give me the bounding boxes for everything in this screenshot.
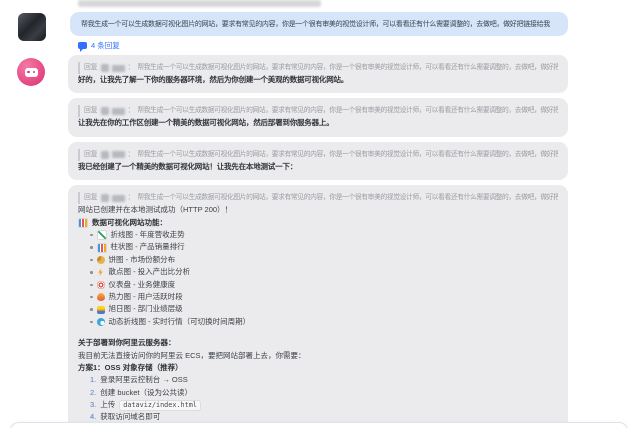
bot-reply-text: 好的，让我先了解一下你的服务器环境，然后为你创建一个美观的数据可视化网站。 [78, 75, 349, 84]
bullet-dot [90, 283, 93, 286]
bot-reply-text: 我已经创建了一个精美的数据可视化网站！让我先在本地测试一下： [78, 161, 297, 171]
message-input[interactable] [10, 422, 628, 428]
quote-prefix: 回复 [84, 150, 98, 158]
quote-colon: ： [127, 194, 135, 202]
bullet-dot [90, 246, 93, 249]
bot-message-3: 回复 ： 帮我生成一个可以生成数据可视化图片的网站，要求有常见的内容，你是一个很… [68, 141, 568, 181]
feature-label: 散点图 - 投入产出比分析 [108, 267, 191, 277]
chat-bubble-icon [78, 42, 87, 52]
feature-item: 仪表盘 - 业务健康度 [78, 279, 558, 291]
redacted-name [111, 151, 125, 159]
fire-icon [96, 293, 105, 302]
bot-message-1: 回复 ： 帮我生成一个可以生成数据可视化图片的网站，要求有常见的内容，你是一个很… [68, 55, 568, 94]
quote-text: 帮我生成一个可以生成数据可视化图片的网站，要求有常见的内容，你是一个很有审美的视… [137, 107, 558, 115]
step-text: 登录阿里云控制台 → OSS [100, 375, 188, 385]
bullet-dot [90, 308, 93, 311]
bullet-dot [90, 295, 93, 299]
quote-colon: ： [127, 107, 135, 115]
quote-colon: ： [127, 150, 135, 158]
redacted-avatar [100, 150, 109, 159]
code-chip: dataviz/index.html [119, 399, 201, 411]
step-text: 上传 [100, 400, 116, 410]
quote-colon: ： [127, 63, 135, 71]
quoted-message[interactable]: 回复 ： 帮我生成一个可以生成数据可视化图片的网站，要求有常见的内容，你是一个很… [78, 192, 558, 205]
quote-prefix: 回复 [84, 194, 98, 202]
plan-title: 方案1：OSS 对象存储（推荐） [78, 362, 183, 372]
step-number: 1. [90, 375, 97, 385]
quote-prefix: 回复 [84, 63, 98, 71]
step-number: 3. [90, 400, 97, 410]
feature-item: 旭日图 - 部门业绩层级 [78, 303, 558, 315]
deploy-title: 关于部署到你阿里云服务器： [78, 338, 176, 348]
redacted-avatar [100, 194, 109, 203]
quoted-message[interactable]: 回复 ： 帮我生成一个可以生成数据可视化图片的网站，要求有常见的内容，你是一个很… [78, 148, 558, 161]
redacted-name [111, 64, 125, 72]
feature-label: 仪表盘 - 业务健康度 [108, 279, 176, 289]
redacted-name [111, 107, 125, 115]
feature-label: 旭日图 - 部门业绩层级 [108, 304, 183, 314]
step-number: 2. [90, 387, 97, 397]
replies-count-label: 4 条回复 [91, 41, 120, 50]
feature-label: 折线图 - 年度营收走势 [110, 230, 185, 239]
feature-label: 动态折线图 - 实时行情（可切换时间周期） [108, 316, 251, 326]
bar-chart-icon [96, 242, 107, 253]
features-header: 数据可视化网站功能： [78, 217, 558, 229]
chat-screen: 帮我生成一个可以生成数据可视化图片的网站，要求有常见的内容，你是一个很有审美的视… [0, 0, 640, 428]
user-message-text: 帮我生成一个可以生成数据可视化图片的网站，要求有常见的内容，你是一个很有审美的视… [81, 21, 550, 28]
feature-item: 折线图 - 年度营收走势 [78, 229, 558, 241]
redacted-header-bar [78, 0, 321, 7]
quote-text: 帮我生成一个可以生成数据可视化图片的网站，要求有常见的内容，你是一个很有审美的视… [137, 150, 558, 158]
step-text: 创建 bucket（设为公共读） [100, 387, 192, 397]
robot-icon [24, 67, 38, 77]
bot-thread: 回复 ： 帮我生成一个可以生成数据可视化图片的网站，要求有常见的内容，你是一个很… [68, 55, 568, 428]
step-item: 3. 上传 dataviz/index.html [78, 399, 558, 411]
feature-label: 饼图 - 市场份额分布 [108, 254, 176, 264]
lightning-icon [98, 268, 103, 277]
bullet-dot [90, 271, 93, 274]
quote-text: 帮我生成一个可以生成数据可视化图片的网站，要求有常见的内容，你是一个很有审美的视… [137, 194, 558, 202]
feature-item: 饼图 - 市场份额分布 [78, 254, 558, 266]
redacted-name [111, 194, 125, 202]
feature-item: 柱状图 - 产品销量排行 [78, 241, 558, 253]
status-line: 网站已创建并在本地测试成功（HTTP 200）！ [78, 204, 558, 216]
bot-avatar[interactable] [17, 58, 45, 86]
bot-reply-text: 让我先在你的工作区创建一个精美的数据可视化网站，然后部署到你服务器上。 [78, 118, 334, 128]
step-item: 2. 创建 bucket（设为公共读） [78, 387, 558, 399]
gauge-icon [96, 280, 105, 289]
feature-item: 散点图 - 投入产出比分析 [78, 266, 558, 278]
user-avatar[interactable] [18, 13, 46, 41]
feature-label: 热力图 - 用户活跃时段 [108, 291, 183, 301]
quoted-message[interactable]: 回复 ： 帮我生成一个可以生成数据可视化图片的网站，要求有常见的内容，你是一个很… [78, 62, 558, 74]
feature-item: 动态折线图 - 实时行情（可切换时间周期） [78, 316, 558, 328]
deploy-intro: 我目前无法直接访问你的阿里云 ECS，要把网站部署上去，你需要： [78, 350, 306, 360]
bar-chart-icon [78, 217, 88, 228]
quoted-message[interactable]: 回复 ： 帮我生成一个可以生成数据可视化图片的网站，要求有常见的内容，你是一个很… [78, 105, 558, 118]
sunrise-icon [96, 305, 105, 314]
line-chart-icon [96, 230, 107, 241]
feature-label: 柱状图 - 产品销量排行 [110, 242, 185, 252]
bot-message-4: 回复 ： 帮我生成一个可以生成数据可视化图片的网站，要求有常见的内容，你是一个很… [68, 185, 568, 428]
features-title: 数据可视化网站功能： [92, 217, 167, 227]
bullet-dot [90, 320, 93, 324]
quote-prefix: 回复 [84, 107, 98, 115]
user-message-bubble: 帮我生成一个可以生成数据可视化图片的网站，要求有常见的内容，你是一个很有审美的视… [70, 12, 568, 36]
pie-chart-icon [96, 255, 105, 264]
redacted-avatar [100, 107, 109, 116]
quote-text: 帮我生成一个可以生成数据可视化图片的网站，要求有常见的内容，你是一个很有审美的视… [137, 63, 558, 71]
status-text: 网站已创建并在本地测试成功（HTTP 200）！ [78, 205, 233, 215]
bullet-dot [90, 258, 93, 262]
bullet-dot [90, 233, 93, 237]
wave-icon [96, 317, 105, 326]
replies-link[interactable]: 4 条回复 [78, 40, 120, 52]
step-item: 1. 登录阿里云控制台 → OSS [78, 374, 558, 386]
feature-item: 热力图 - 用户活跃时段 [78, 291, 558, 303]
bot-message-2: 回复 ： 帮我生成一个可以生成数据可视化图片的网站，要求有常见的内容，你是一个很… [68, 98, 568, 137]
redacted-avatar [100, 64, 109, 72]
